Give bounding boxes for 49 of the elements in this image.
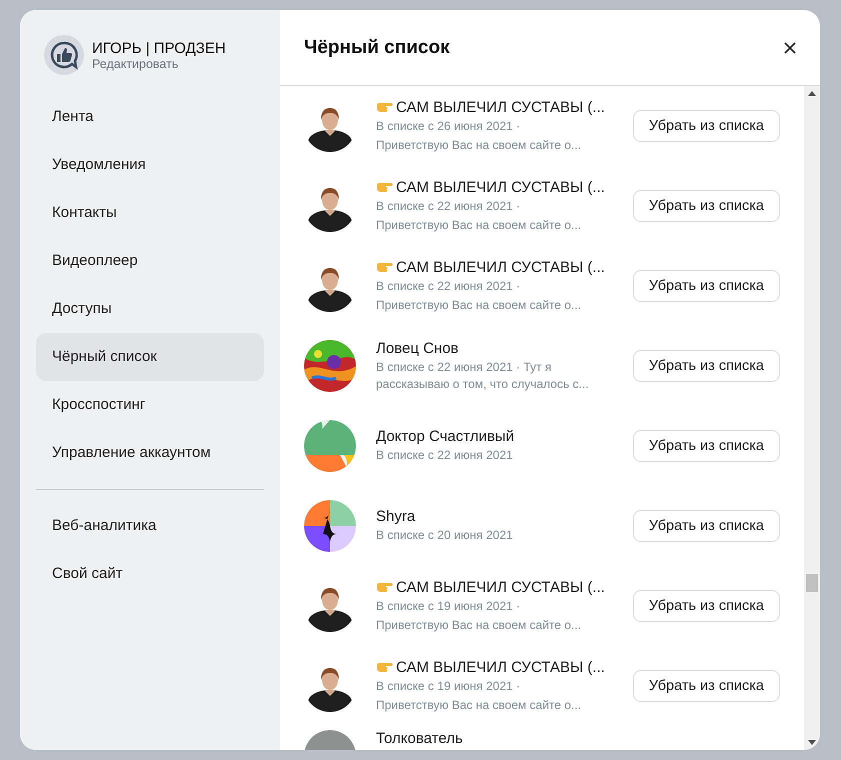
channel-info: В списке с 22 июня 2021 · Тут я рассказываю о том, что случалось с... [376, 358, 590, 392]
sidebar-item[interactable]: Управление аккаунтом [36, 429, 264, 477]
channel-info: В списке с 22 июня 2021 · [376, 198, 522, 214]
channel-info: В списке с 20 июня 2021 [376, 527, 514, 544]
channel-name[interactable]: САМ ВЫЛЕЧИЛ СУСТАВЫ (... [396, 578, 605, 596]
scroll-down-icon[interactable] [808, 740, 816, 745]
sidebar-item[interactable]: Видеоплеер [36, 237, 264, 285]
channel-description: Приветствую Вас на своем сайте о... [376, 216, 582, 234]
channel-name[interactable]: Толкователь [376, 730, 463, 747]
remove-button[interactable]: Убрать из списка [632, 350, 780, 382]
sidebar-item[interactable]: Чёрный список [36, 333, 264, 381]
channel-info: В списке с 26 июня 2021 · [376, 118, 522, 134]
channel-description: Приветствую Вас на своем сайте о... [376, 136, 582, 154]
channel-name[interactable]: Shyra [376, 508, 416, 525]
channel-name[interactable]: Ловец Снов [376, 340, 459, 356]
channel-name[interactable]: Доктор Счастливый [376, 428, 514, 445]
thumbs-up-icon [44, 35, 84, 75]
sidebar-item[interactable]: Веб-аналитика [36, 502, 264, 550]
channel-info: В списке с 22 июня 2021 [376, 447, 514, 464]
remove-button[interactable]: Убрать из списка [632, 670, 780, 702]
scrollbar-thumb[interactable] [806, 574, 818, 592]
scroll-up-icon[interactable] [808, 91, 816, 96]
remove-button[interactable]: Убрать из списка [632, 270, 780, 302]
remove-button[interactable]: Убрать из списка [632, 430, 780, 462]
sidebar-item[interactable]: Контакты [36, 189, 264, 237]
channel-info: В списке с 19 июня 2021 · [376, 598, 522, 614]
dialog-title: Чёрный список [304, 36, 450, 58]
remove-button[interactable]: Убрать из списка [632, 110, 780, 142]
edit-link[interactable]: Редактировать [92, 56, 226, 70]
scrollbar[interactable] [804, 86, 820, 750]
channel-description: Приветствую Вас на своем сайте о... [376, 696, 582, 714]
sidebar-item[interactable]: Лента [36, 93, 264, 141]
remove-button[interactable]: Убрать из списка [632, 590, 780, 622]
channel-name[interactable]: САМ ВЫЛЕЧИЛ СУСТАВЫ (... [396, 658, 605, 676]
channel-description: Приветствую Вас на своем сайте о... [376, 616, 582, 634]
channel-description: Приветствую Вас на своем сайте о... [376, 296, 582, 314]
channel-name[interactable]: САМ ВЫЛЕЧИЛ СУСТАВЫ (... [396, 98, 605, 116]
channel-info: В списке с 22 июня 2021 · [376, 278, 522, 294]
sidebar-item[interactable]: Уведомления [36, 141, 264, 189]
profile-name: ИГОРЬ | ПРОДЗЕН [92, 40, 226, 56]
sidebar-item[interactable]: Кросспостинг [36, 381, 264, 429]
channel-info: В списке с 19 июня 2021 · [376, 678, 522, 694]
sidebar-item[interactable]: Свой сайт [36, 550, 264, 598]
channel-name[interactable]: САМ ВЫЛЕЧИЛ СУСТАВЫ (... [396, 258, 605, 276]
close-icon[interactable] [784, 42, 796, 54]
channel-name[interactable]: САМ ВЫЛЕЧИЛ СУСТАВЫ (... [396, 178, 605, 196]
sidebar-item[interactable]: Доступы [36, 285, 264, 333]
remove-button[interactable]: Убрать из списка [632, 190, 780, 222]
remove-button[interactable]: Убрать из списка [632, 510, 780, 542]
